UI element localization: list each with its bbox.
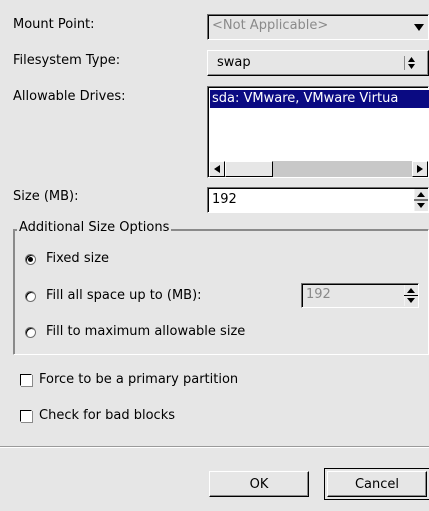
cancel-button[interactable]: Cancel	[324, 468, 429, 500]
filesystem-type-value: swap	[217, 55, 251, 70]
ok-button-label: OK	[249, 476, 269, 492]
allowable-drives-list[interactable]: sda: VMware, VMware Virtua	[207, 86, 429, 178]
mount-point-value: <Not Applicable>	[212, 18, 329, 33]
dropdown-arrow-icon[interactable]	[408, 15, 429, 39]
mount-point-combo[interactable]: <Not Applicable>	[207, 14, 429, 40]
size-spinbox[interactable]: 192	[207, 187, 429, 213]
scroll-right-icon[interactable]	[412, 161, 428, 177]
cancel-button-label: Cancel	[354, 476, 400, 492]
size-label: Size (MB):	[13, 189, 79, 204]
option-menu-indicator-icon	[404, 56, 416, 70]
fill-max-label[interactable]: Fill to maximum allowable size	[46, 324, 245, 340]
scrollbar-thumb[interactable]	[225, 161, 273, 177]
check-bad-blocks-label[interactable]: Check for bad blocks	[39, 408, 175, 424]
fixed-size-radio[interactable]	[25, 254, 36, 265]
ok-button[interactable]: OK	[209, 471, 309, 497]
separator	[0, 446, 429, 448]
fill-upto-spin-buttons[interactable]	[403, 285, 418, 306]
additional-size-options-legend: Additional Size Options	[17, 220, 172, 235]
check-bad-blocks-checkbox[interactable]	[20, 410, 32, 422]
horizontal-scrollbar[interactable]	[209, 161, 428, 177]
fixed-size-label[interactable]: Fixed size	[46, 251, 109, 267]
fill-max-radio[interactable]	[25, 327, 36, 338]
fill-upto-spinbox[interactable]: 192	[301, 283, 419, 308]
drive-item-label: sda: VMware, VMware Virtua	[212, 91, 399, 106]
allowable-drives-label: Allowable Drives:	[13, 89, 126, 104]
spin-buttons[interactable]	[413, 189, 428, 211]
size-value: 192	[212, 192, 237, 207]
filesystem-type-label: Filesystem Type:	[13, 53, 121, 68]
list-item-selected[interactable]: sda: VMware, VMware Virtua	[210, 90, 429, 108]
mount-point-label: Mount Point:	[13, 17, 95, 32]
force-primary-checkbox[interactable]	[20, 374, 32, 386]
scroll-left-icon[interactable]	[209, 161, 225, 177]
force-primary-label[interactable]: Force to be a primary partition	[39, 372, 238, 388]
fill-upto-radio[interactable]	[25, 291, 36, 302]
fill-upto-label[interactable]: Fill all space up to (MB):	[46, 288, 202, 304]
fill-upto-value: 192	[306, 287, 331, 302]
filesystem-type-option-menu[interactable]: swap	[207, 50, 429, 76]
